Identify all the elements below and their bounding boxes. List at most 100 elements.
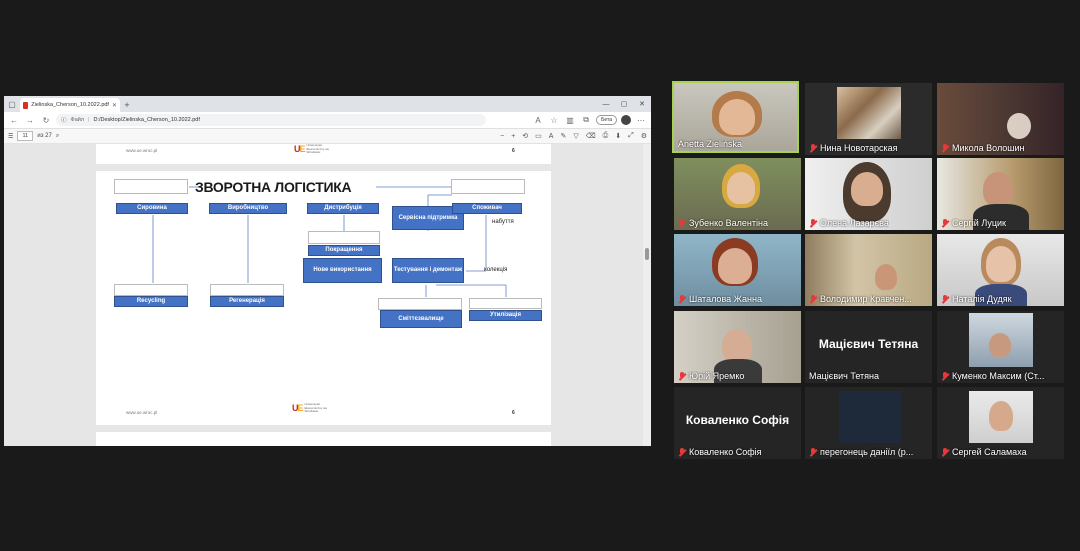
participant-tile[interactable]: Зубенко Валентіна	[674, 158, 801, 230]
settings-icon[interactable]: ⚙	[641, 132, 647, 140]
empty-box	[378, 298, 462, 310]
box-vyrobnytstvo: Виробництво	[209, 203, 287, 214]
participant-avatar-image	[839, 391, 901, 443]
maximize-icon[interactable]: ▢	[615, 100, 633, 108]
fullscreen-icon[interactable]: ⤢	[628, 132, 634, 140]
box-testuvannia: Тестування і демонтаж	[392, 258, 464, 283]
participant-name: Микола Волошин	[952, 143, 1025, 153]
muted-mic-icon	[809, 143, 817, 153]
box-pokrashchennia: Покращення	[308, 245, 380, 256]
page-number-input[interactable]: 11	[17, 131, 34, 141]
erase-icon[interactable]: ⌫	[586, 132, 596, 140]
zoom-out-icon[interactable]: −	[500, 133, 504, 140]
address-path: D:/Desktop/Zielinska_Cherson_10.2022.pdf	[93, 117, 200, 123]
contents-icon[interactable]: ☰	[8, 133, 13, 140]
participant-name: Мацієвич Тетяна	[809, 371, 880, 381]
save-icon[interactable]: ⬇	[615, 132, 621, 140]
participant-tile[interactable]: Сергей Саламаха	[937, 387, 1064, 459]
participant-tile[interactable]: Юрій Яремко	[674, 311, 801, 383]
new-tab-button[interactable]: +	[120, 98, 134, 112]
participant-name: Коваленко Софія	[689, 447, 762, 457]
box-spozhyvach: Споживач	[452, 203, 522, 214]
address-label: Файл	[70, 117, 85, 123]
box-dystrybutsiia: Дистрибуція	[307, 203, 379, 214]
profile-avatar[interactable]	[621, 115, 631, 125]
collections-icon[interactable]: ⧉	[580, 114, 592, 126]
participant-tile[interactable]: Мацієвич Тетяна Мацієвич Тетяна	[805, 311, 932, 383]
muted-mic-icon	[809, 447, 817, 457]
search-icon[interactable]: ⌕	[56, 133, 59, 140]
participant-name: перегонець даніїл (р...	[820, 447, 914, 457]
split-screen-icon[interactable]: ▥	[564, 114, 576, 126]
empty-box	[308, 231, 380, 244]
close-tab-icon[interactable]: ✕	[112, 102, 117, 109]
pdf-page: ЗВОРОТНА ЛОГІСТИКА Сировина Виробництво …	[96, 171, 551, 425]
participant-tile[interactable]: Коваленко Софія Коваленко Софія	[674, 387, 801, 459]
pdf-viewport[interactable]: www.ue.wroc.pl UE Uniwersytet Ekonomiczn…	[4, 144, 651, 446]
navigation-bar: ← → ↻ ⓘ Файл | D:/Desktop/Zielinska_Cher…	[4, 112, 651, 129]
minimize-icon[interactable]: —	[597, 101, 615, 108]
participant-tile[interactable]: Наталія Дудяк	[937, 234, 1064, 306]
participant-tile[interactable]: Anetta Zielińska	[672, 81, 799, 153]
participant-name: Юрій Яремко	[689, 371, 745, 381]
info-icon[interactable]: ⓘ	[61, 116, 67, 124]
box-smittezvalyshche: Сміттєзвалище	[380, 310, 462, 328]
address-bar[interactable]: ⓘ Файл | D:/Desktop/Zielinska_Cherson_10…	[56, 114, 486, 126]
read-aloud-icon[interactable]: A	[532, 114, 544, 126]
page-view-icon[interactable]: ▭	[535, 132, 542, 140]
tab-bar: ▢ Zielinska_Cherson_10.2022.pdf ✕ + — ▢ …	[4, 96, 651, 112]
participant-avatar-image	[837, 87, 901, 139]
close-window-icon[interactable]: ✕	[633, 100, 651, 108]
logo: UE Uniwersytet Ekonomiczny we Wrocławiu	[292, 402, 328, 414]
participant-tile[interactable]: Куменко Максим (Ст...	[937, 311, 1064, 383]
box-recycling: Recycling	[114, 296, 188, 307]
tab-pdf[interactable]: Zielinska_Cherson_10.2022.pdf ✕	[20, 98, 120, 112]
back-icon[interactable]: ←	[8, 114, 20, 126]
read-aloud-pdf-icon[interactable]: A	[549, 133, 554, 140]
participant-name: Наталія Дудяк	[952, 294, 1012, 304]
forward-icon[interactable]: →	[24, 114, 36, 126]
page-total: из 27	[37, 133, 52, 139]
box-syrovyna: Сировина	[116, 203, 188, 214]
empty-box	[114, 284, 188, 296]
screen: ▢ Zielinska_Cherson_10.2022.pdf ✕ + — ▢ …	[0, 0, 1080, 551]
muted-mic-icon	[809, 218, 817, 228]
highlight-icon[interactable]: ▽	[573, 132, 578, 140]
participant-name: Нина Новотарская	[820, 143, 898, 153]
muted-mic-icon	[941, 447, 949, 457]
pdf-page-next	[96, 432, 551, 446]
reload-icon[interactable]: ↻	[40, 114, 52, 126]
more-menu-icon[interactable]: ⋯	[635, 114, 647, 126]
participant-tile[interactable]: Сергій Луцик	[937, 158, 1064, 230]
page-footer-number: 6	[512, 410, 515, 416]
page-footer-url: www.ue.wroc.pl	[126, 410, 158, 415]
muted-mic-icon	[941, 143, 949, 153]
pdf-file-icon	[23, 101, 29, 109]
box-nove-vykorystannia: Нове використання	[303, 258, 382, 283]
participant-tile[interactable]: Нина Новотарская	[805, 83, 932, 155]
participant-name: Сергій Луцик	[952, 218, 1006, 228]
participant-tile[interactable]: Володимир Кравчен...	[805, 234, 932, 306]
participant-placeholder-name: Мацієвич Тетяна	[818, 337, 919, 351]
draw-icon[interactable]: ✎	[560, 132, 566, 140]
muted-mic-icon	[941, 218, 949, 228]
print-icon[interactable]: ⎙	[603, 132, 609, 140]
logo: UE Uniwersytet Ekonomiczny we Wrocławiu	[294, 144, 330, 155]
participant-name: Куменко Максим (Ст...	[952, 371, 1045, 381]
rotate-icon[interactable]: ⟲	[522, 132, 528, 140]
empty-box	[114, 179, 188, 194]
box-utylizatsiia: Утилізація	[469, 310, 542, 321]
participant-tile[interactable]: Шаталова Жанна	[674, 234, 801, 306]
pdf-scrollbar[interactable]	[643, 144, 651, 446]
empty-box	[469, 298, 542, 309]
favorite-star-icon[interactable]: ☆	[548, 114, 560, 126]
zoom-in-icon[interactable]: +	[511, 133, 515, 140]
participant-tile[interactable]: перегонець даніїл (р...	[805, 387, 932, 459]
shared-browser-window: ▢ Zielinska_Cherson_10.2022.pdf ✕ + — ▢ …	[4, 96, 651, 446]
profile-pill[interactable]: Бета	[596, 115, 617, 125]
muted-mic-icon	[678, 371, 686, 381]
participant-tile[interactable]: Микола Волошин	[937, 83, 1064, 155]
participant-tile[interactable]: Олена Лазарєва	[805, 158, 932, 230]
scrollbar-thumb[interactable]	[645, 248, 649, 260]
window-menu-icon[interactable]: ▢	[4, 96, 20, 112]
